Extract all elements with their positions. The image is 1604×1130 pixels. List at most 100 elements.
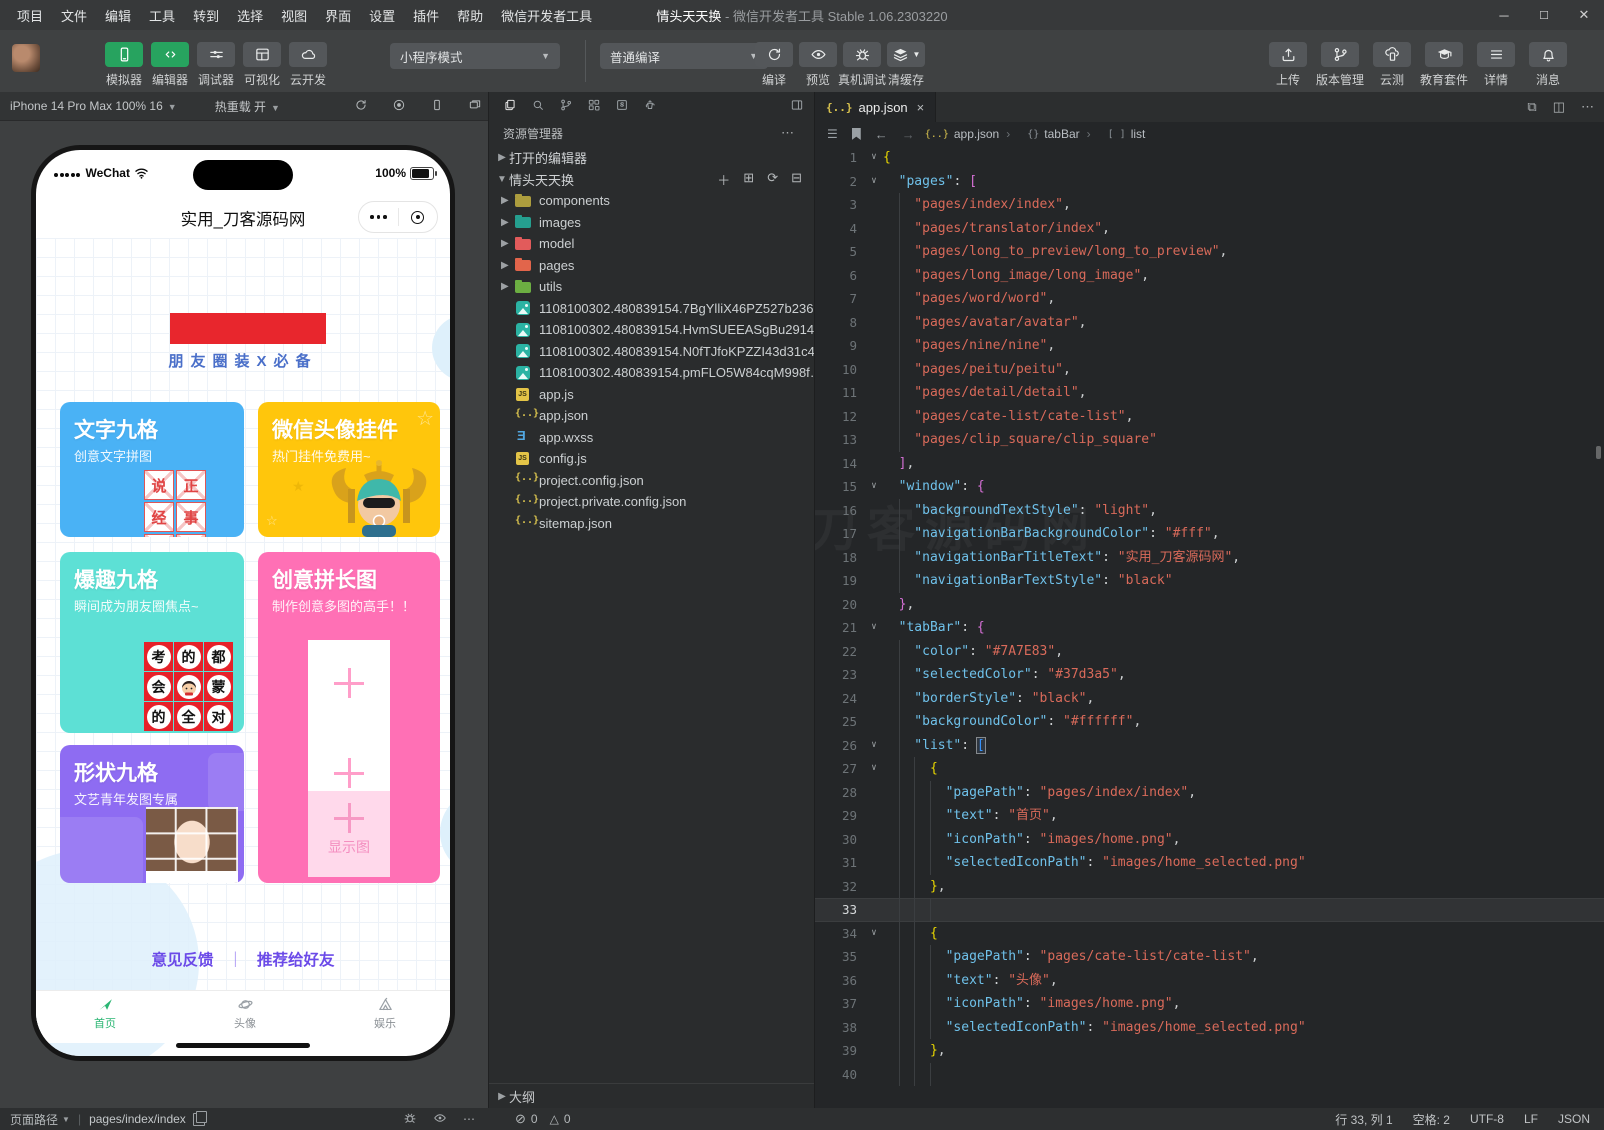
fold-icon[interactable]: ∨ [865,475,883,499]
scard-activity-icon[interactable] [615,98,629,115]
code-line[interactable]: 26∨"list": [ [815,734,1604,758]
tree-file-project.config.json[interactable]: {..}project.config.json [489,470,814,492]
code-line[interactable]: 5"pages/long_to_preview/long_to_preview"… [815,240,1604,264]
bookmark-icon[interactable] [852,128,861,140]
phone-tab-首页[interactable]: 首页 [60,996,150,1031]
card-avatar-widget[interactable]: 微信头像挂件 热门挂件免费用~ ☆ ★ ☆ [258,402,440,537]
code-line[interactable]: 36"text": "头像", [815,969,1604,993]
version-manage-button[interactable]: 版本管理 [1320,42,1360,88]
menu-item[interactable]: 转到 [184,6,228,25]
copy-path-icon[interactable] [193,1113,205,1126]
more-actions-icon[interactable]: ⋯ [1581,99,1594,115]
code-line[interactable]: 27∨{ [815,757,1604,781]
cloud-test-button[interactable]: 云测 [1372,42,1412,88]
code-line[interactable]: 33 [815,898,1604,922]
tree-file-app.js[interactable]: JSapp.js [489,384,814,406]
phone-simulator-screen[interactable]: WeChat 100% 实用_刀客源码网 朋友圈装X必备 文字九格 创意文字拼图 [36,150,450,1056]
code-line[interactable]: 4"pages/translator/index", [815,217,1604,241]
menu-item[interactable]: 项目 [8,6,52,25]
recommend-link[interactable]: 推荐给好友 [257,952,335,969]
code-line[interactable]: 22"color": "#7A7E83", [815,640,1604,664]
preview-button[interactable]: 预览 [798,42,838,88]
breadcrumb-segment[interactable]: {}tabBar [1027,127,1079,141]
fold-icon[interactable]: ∨ [865,922,883,946]
visualizer-button[interactable]: 可视化 [242,42,282,88]
phone-tab-头像[interactable]: 头像 [200,996,290,1031]
menu-item[interactable]: 微信开发者工具 [492,6,601,25]
tree-file-1108100302.480839154.N0fTJfoKPZZI43d31c4…[interactable]: 1108100302.480839154.N0fTJfoKPZZI43d31c4… [489,341,814,363]
record-button[interactable] [392,98,406,115]
code-line[interactable]: 9"pages/nine/nine", [815,334,1604,358]
close-tab-icon[interactable]: × [917,100,925,115]
open-editors-section[interactable]: ▶ 打开的编辑器 [495,146,814,168]
code-line[interactable]: 8"pages/avatar/avatar", [815,311,1604,335]
tree-file-project.private.config.json[interactable]: {..}project.private.config.json [489,491,814,513]
new-folder-icon[interactable]: ⊞ [743,170,754,189]
maximize-button[interactable]: ☐ [1524,9,1564,22]
tree-folder-model[interactable]: ▶model [489,233,814,255]
code-line[interactable]: 24"borderStyle": "black", [815,687,1604,711]
minimize-button[interactable]: ─ [1484,8,1524,23]
code-line[interactable]: 37"iconPath": "images/home.png", [815,992,1604,1016]
menu-item[interactable]: 界面 [316,6,360,25]
capsule-menu[interactable] [358,201,438,233]
status-item[interactable]: LF [1524,1112,1538,1126]
tree-folder-pages[interactable]: ▶pages [489,255,814,277]
search-activity-icon[interactable] [531,98,545,115]
debug-icon[interactable] [403,1111,417,1128]
refresh-icon[interactable]: ⟳ [767,170,778,189]
code-line[interactable]: 16"backgroundTextStyle": "light", [815,499,1604,523]
code-line[interactable]: 3"pages/index/index", [815,193,1604,217]
code-line[interactable]: 25"backgroundColor": "#ffffff", [815,710,1604,734]
project-section[interactable]: ▼ 情头天天换 ＋ ⊞ ⟳ ⊟ [495,168,814,190]
code-line[interactable]: 40 [815,1063,1604,1087]
status-item[interactable]: 空格: 2 [1413,1111,1450,1128]
tree-folder-utils[interactable]: ▶utils [489,276,814,298]
code-line[interactable]: 2∨"pages": [ [815,170,1604,194]
code-line[interactable]: 15∨"window": { [815,475,1604,499]
code-line[interactable]: 18"navigationBarTitleText": "实用_刀客源码网", [815,546,1604,570]
menu-item[interactable]: 选择 [228,6,272,25]
close-button[interactable]: ✕ [1564,7,1604,23]
tree-file-1108100302.480839154.pmFLO5W84cqM998f…[interactable]: 1108100302.480839154.pmFLO5W84cqM998f… [489,362,814,384]
windows-button[interactable] [468,98,482,115]
fold-icon[interactable]: ∨ [865,170,883,194]
code-line[interactable]: 1∨{ [815,146,1604,170]
code-line[interactable]: 10"pages/peitu/peitu", [815,358,1604,382]
code-line[interactable]: 19"navigationBarTextStyle": "black" [815,569,1604,593]
warning-count[interactable]: △0 [550,1112,571,1126]
open-preview-icon[interactable]: ⧉ [1527,99,1536,115]
code-line[interactable]: 20}, [815,593,1604,617]
tree-folder-images[interactable]: ▶images [489,212,814,234]
tree-folder-components[interactable]: ▶components [489,190,814,212]
debugger-button[interactable]: 调试器 [196,42,236,88]
code-line[interactable]: 34∨{ [815,922,1604,946]
code-line[interactable]: 31"selectedIconPath": "images/home_selec… [815,851,1604,875]
details-button[interactable]: 详情 [1476,42,1516,88]
code-line[interactable]: 35"pagePath": "pages/cate-list/cate-list… [815,945,1604,969]
hot-reload-toggle[interactable]: 热重载 开▼ [177,98,280,115]
clear-cache-button[interactable]: ▼清缓存 [886,42,926,88]
code-line[interactable]: 23"selectedColor": "#37d3a5", [815,663,1604,687]
toggle-panel-icon[interactable] [790,98,804,115]
files-activity-icon[interactable] [503,98,517,115]
fold-icon[interactable]: ∨ [865,616,883,640]
menu-item[interactable]: 工具 [140,6,184,25]
new-file-icon[interactable]: ＋ [717,170,730,189]
more-menu-icon[interactable] [359,215,398,219]
card-long-image[interactable]: 创意拼长图 制作创意多图的高手！！ 显示图 [258,552,440,883]
more-actions-icon[interactable]: ⋯ [781,125,794,141]
code-line[interactable]: 21∨"tabBar": { [815,616,1604,640]
code-line[interactable]: 29"text": "首页", [815,804,1604,828]
code-line[interactable]: 32}, [815,875,1604,899]
upload-button[interactable]: 上传 [1268,42,1308,88]
menu-item[interactable]: 文件 [52,6,96,25]
menu-item[interactable]: 设置 [360,6,404,25]
fold-icon[interactable]: ∨ [865,734,883,758]
code-line[interactable]: 13"pages/clip_square/clip_square" [815,428,1604,452]
fold-icon[interactable]: ∨ [865,757,883,781]
menu-item[interactable]: 帮助 [448,6,492,25]
edu-suite-button[interactable]: 教育套件 [1424,42,1464,88]
breadcrumb-segment[interactable]: {..}app.json [925,127,999,141]
teapot-activity-icon[interactable] [643,98,657,115]
